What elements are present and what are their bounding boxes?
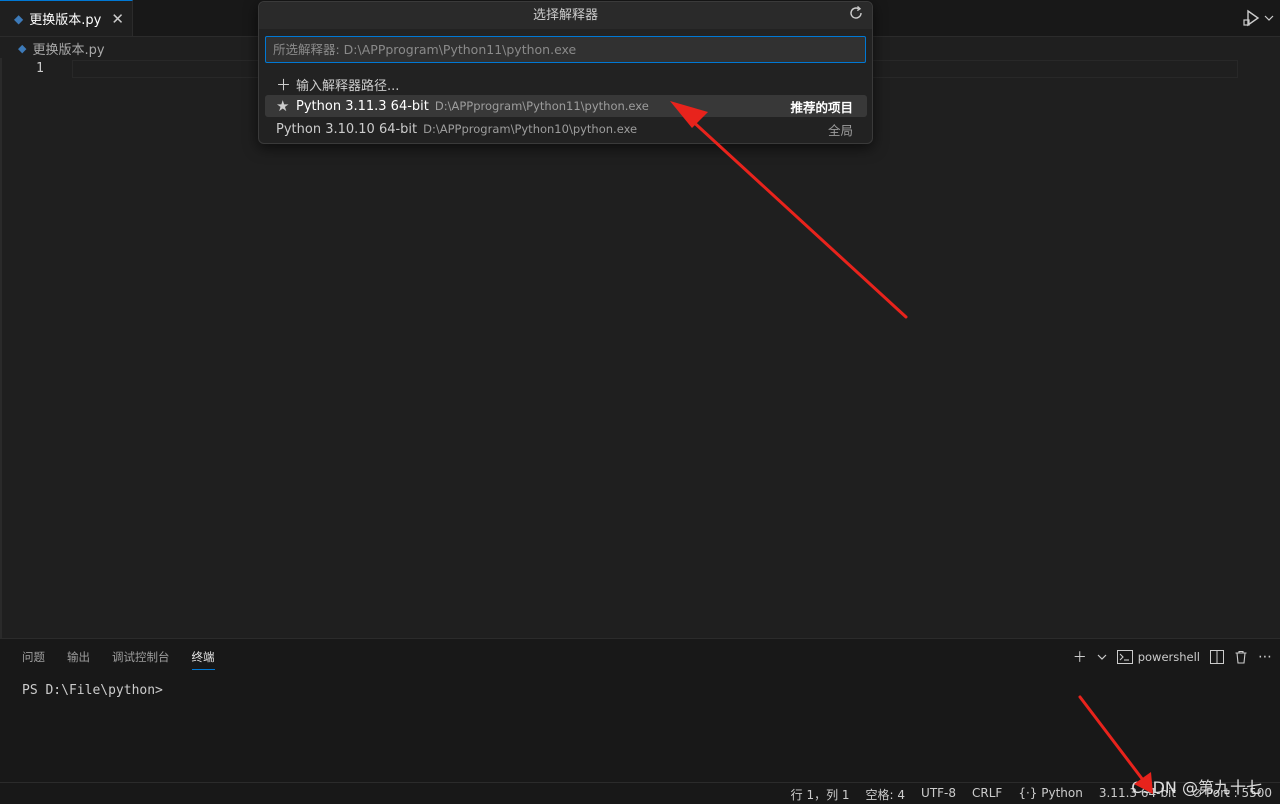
item-description: D:\APPprogram\Python11\python.exe [434,99,649,113]
quick-pick-item-enter-path[interactable]: ＋ 输入解释器路径... [265,73,867,95]
star-icon: ★ [276,97,290,115]
refresh-icon[interactable] [848,5,864,21]
breadcrumb-file[interactable]: 更换版本.py [32,39,104,58]
quick-pick-item-python-310[interactable]: Python 3.10.10 64-bit D:\APPprogram\Pyth… [265,118,867,140]
status-indentation[interactable]: 空格: 4 [866,786,906,803]
run-actions [1242,8,1274,28]
quick-pick-title: 选择解释器 [259,2,872,29]
item-detail-badge: 全局 [827,122,853,138]
item-label: Python 3.11.3 64-bit [296,98,429,114]
item-description: D:\APPprogram\Python10\python.exe [423,122,638,136]
close-icon[interactable]: ✕ [111,10,124,28]
terminal-shell-selector[interactable]: powershell [1116,650,1200,664]
panel-tabs: 问题 输出 调试控制台 终端 [22,649,215,670]
chevron-down-icon[interactable] [1097,652,1107,662]
terminal-icon [1116,650,1133,664]
trash-icon[interactable] [1234,650,1248,664]
csdn-watermark: CSDN @第九十七 [1131,778,1262,797]
more-actions-icon[interactable]: ⋯ [1258,649,1272,665]
interpreter-search-input[interactable] [265,36,866,63]
braces-icon: {·} [1018,786,1038,800]
panel-actions: ＋ powershell ⋯ [1073,647,1272,667]
shell-name: powershell [1137,650,1200,664]
python-file-icon: ◆ [14,11,24,26]
tab-label: 更换版本.py [29,13,102,28]
status-encoding[interactable]: UTF-8 [921,786,956,803]
interpreter-quick-pick: 选择解释器 ＋ 输入解释器路径... ★ Python 3.11.3 64-bi… [258,1,873,144]
plus-icon: ＋ [276,75,292,94]
python-file-icon: ◆ [18,41,27,55]
bottom-panel: 问题 输出 调试控制台 终端 ＋ powershell ⋯ PS D:\File… [0,638,1280,783]
code-editor[interactable]: 1 [0,58,1280,638]
breadcrumb[interactable]: ◆ 更换版本.py [18,38,105,58]
chevron-down-icon[interactable] [1264,13,1274,23]
tab-terminal[interactable]: 终端 [191,649,215,670]
language-label: Python [1041,786,1083,800]
line-number: 1 [36,61,44,76]
status-bar: 行 1，列 1 空格: 4 UTF-8 CRLF {·} Python 3.11… [0,782,1280,804]
tab-active-file[interactable]: ◆ 更换版本.py ✕ [0,0,133,36]
quick-pick-item-python-311[interactable]: ★ Python 3.11.3 64-bit D:\APPprogram\Pyt… [265,95,867,117]
run-debug-icon[interactable] [1242,8,1262,28]
tab-problems[interactable]: 问题 [22,649,45,670]
split-terminal-icon[interactable] [1210,650,1224,664]
item-detail-badge: 推荐的项目 [790,99,853,115]
terminal-prompt[interactable]: PS D:\File\python> [22,683,163,698]
item-label: 输入解释器路径... [296,78,400,94]
plus-icon[interactable]: ＋ [1073,647,1087,667]
tab-debug-console[interactable]: 调试控制台 [112,649,170,670]
item-label: Python 3.10.10 64-bit [276,121,418,137]
status-cursor-position[interactable]: 行 1，列 1 [791,786,850,803]
status-language[interactable]: {·} Python [1018,786,1083,803]
tab-output[interactable]: 输出 [67,649,90,670]
status-eol[interactable]: CRLF [972,786,1002,803]
editor-gutter-edge [0,58,2,638]
